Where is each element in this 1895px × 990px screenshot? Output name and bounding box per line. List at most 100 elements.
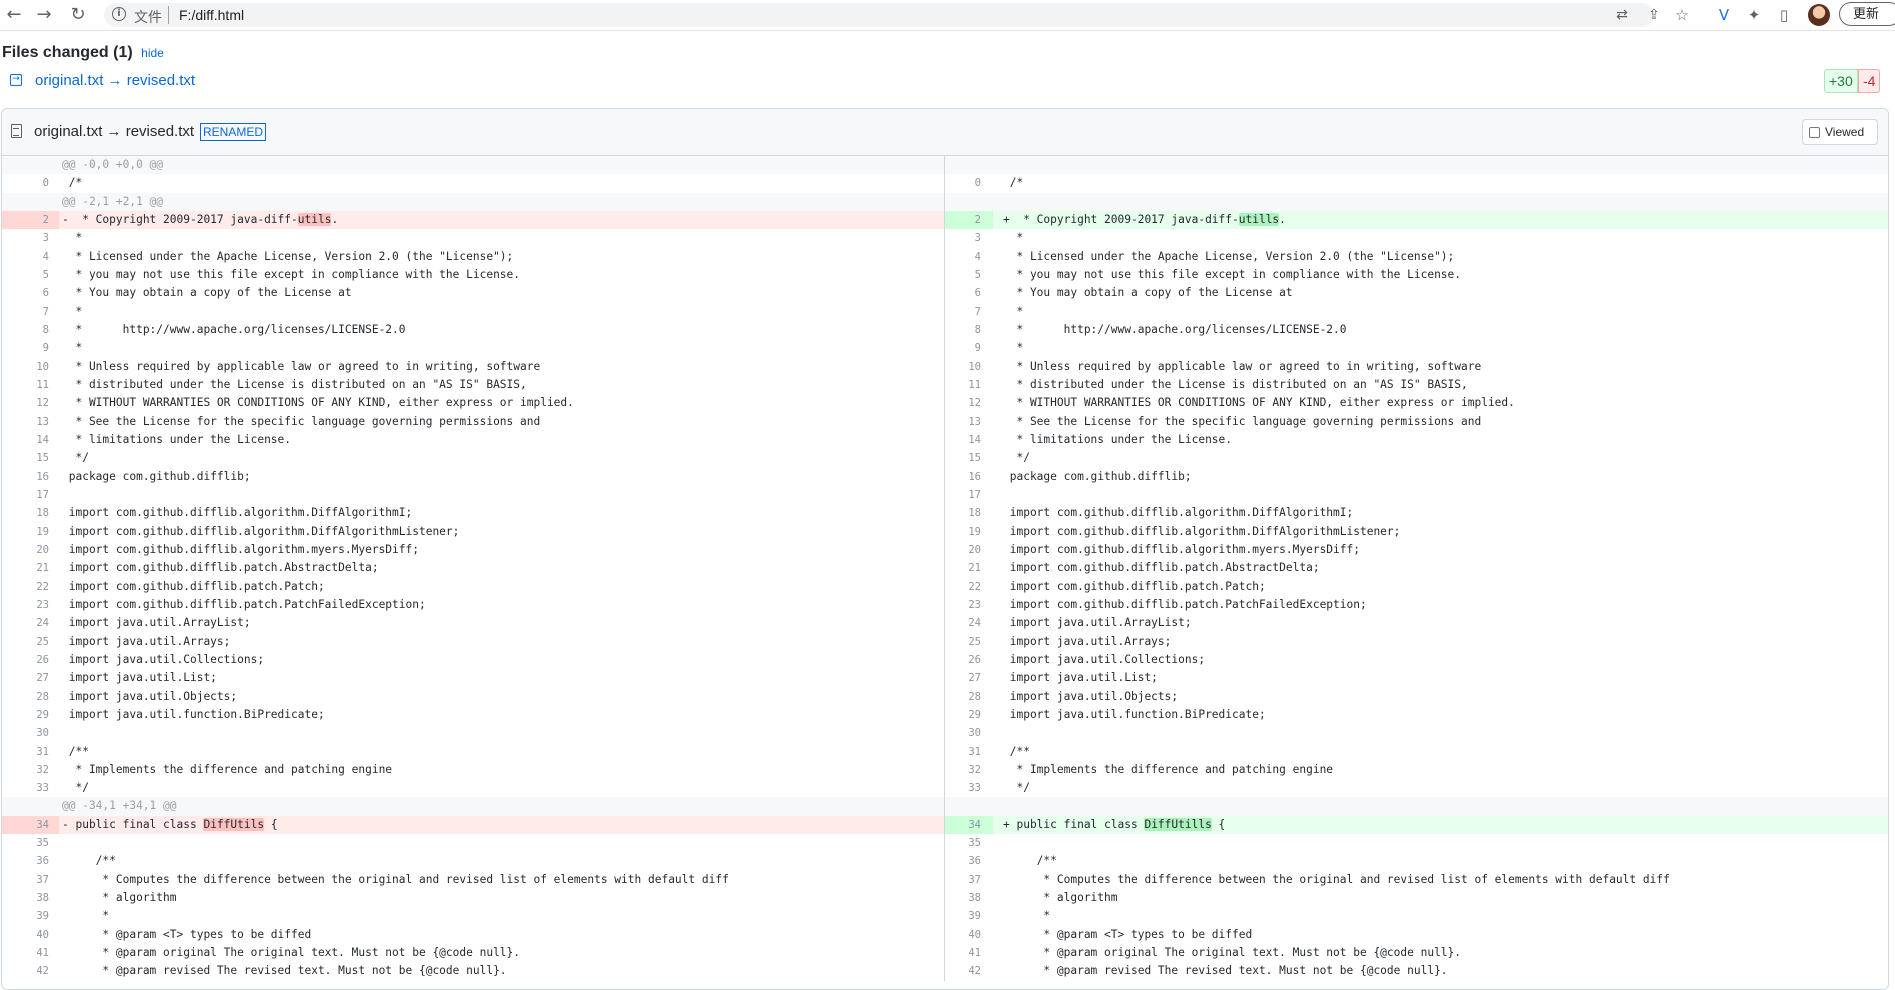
line-number[interactable]: 13 <box>2 413 59 431</box>
line-number[interactable]: 23 <box>2 596 59 614</box>
line-number[interactable]: 21 <box>2 559 59 577</box>
line-number[interactable]: 27 <box>945 669 993 687</box>
extension-v-icon[interactable]: V <box>1712 3 1736 27</box>
forward-arrow-icon[interactable]: → <box>32 3 56 27</box>
line-number[interactable]: 34 <box>2 815 59 835</box>
line-number[interactable]: 6 <box>2 284 59 302</box>
line-number[interactable]: 14 <box>945 431 993 449</box>
line-number[interactable]: 11 <box>2 376 59 394</box>
line-number[interactable]: 37 <box>945 871 993 889</box>
line-number[interactable]: 26 <box>945 651 993 669</box>
line-number[interactable]: 5 <box>945 266 993 284</box>
line-number[interactable]: 16 <box>2 468 59 486</box>
line-number[interactable]: 7 <box>2 303 59 321</box>
line-number[interactable]: 5 <box>2 266 59 284</box>
info-icon[interactable]: i <box>112 7 126 21</box>
line-number[interactable] <box>2 797 59 816</box>
line-number[interactable] <box>945 192 993 211</box>
line-number[interactable]: 39 <box>945 907 993 925</box>
line-number[interactable]: 2 <box>945 210 993 230</box>
line-number[interactable]: 8 <box>945 321 993 339</box>
line-number[interactable]: 21 <box>945 559 993 577</box>
line-number[interactable]: 39 <box>2 907 59 925</box>
line-number[interactable]: 36 <box>945 852 993 870</box>
line-number[interactable]: 19 <box>945 523 993 541</box>
viewed-checkbox[interactable] <box>1809 127 1820 138</box>
line-number[interactable]: 2 <box>2 210 59 230</box>
avatar[interactable] <box>1808 4 1830 26</box>
line-number[interactable] <box>945 156 993 175</box>
line-number[interactable]: 30 <box>2 724 59 742</box>
line-number[interactable]: 0 <box>2 174 59 192</box>
line-number[interactable]: 10 <box>945 358 993 376</box>
update-button[interactable]: 更新 <box>1839 2 1895 26</box>
line-number[interactable]: 20 <box>945 541 993 559</box>
line-number[interactable] <box>2 192 59 211</box>
line-number[interactable]: 40 <box>2 926 59 944</box>
line-number[interactable] <box>945 797 993 816</box>
line-number[interactable]: 29 <box>945 706 993 724</box>
side-panel-icon[interactable]: ▯ <box>1772 3 1796 27</box>
line-number[interactable]: 33 <box>2 779 59 797</box>
line-number[interactable]: 22 <box>2 578 59 596</box>
line-number[interactable]: 32 <box>945 761 993 779</box>
line-number[interactable]: 35 <box>945 834 993 852</box>
line-number[interactable] <box>2 156 59 175</box>
address-url[interactable]: F:/diff.html <box>179 7 244 23</box>
back-arrow-icon[interactable]: ← <box>2 3 26 27</box>
line-number[interactable]: 8 <box>2 321 59 339</box>
line-number[interactable]: 4 <box>945 248 993 266</box>
line-number[interactable]: 17 <box>945 486 993 504</box>
line-number[interactable]: 19 <box>2 523 59 541</box>
line-number[interactable]: 36 <box>2 852 59 870</box>
line-number[interactable]: 12 <box>2 394 59 412</box>
hide-link[interactable]: hide <box>141 46 164 60</box>
line-number[interactable]: 10 <box>2 358 59 376</box>
line-number[interactable]: 6 <box>945 284 993 302</box>
line-number[interactable]: 28 <box>945 688 993 706</box>
line-number[interactable]: 14 <box>2 431 59 449</box>
file-link[interactable]: original.txt → revised.txt <box>35 72 195 89</box>
line-number[interactable]: 9 <box>945 339 993 357</box>
line-number[interactable]: 12 <box>945 394 993 412</box>
line-number[interactable]: 7 <box>945 303 993 321</box>
line-number[interactable]: 38 <box>945 889 993 907</box>
line-number[interactable]: 17 <box>2 486 59 504</box>
line-number[interactable]: 15 <box>945 449 993 467</box>
line-number[interactable]: 37 <box>2 871 59 889</box>
line-number[interactable]: 35 <box>2 834 59 852</box>
share-icon[interactable]: ⇪ <box>1644 5 1664 25</box>
line-number[interactable]: 24 <box>2 614 59 632</box>
line-number[interactable]: 11 <box>945 376 993 394</box>
line-number[interactable]: 42 <box>945 962 993 980</box>
viewed-toggle[interactable]: Viewed <box>1802 119 1878 145</box>
line-number[interactable]: 15 <box>2 449 59 467</box>
line-number[interactable]: 31 <box>2 743 59 761</box>
line-number[interactable]: 22 <box>945 578 993 596</box>
line-number[interactable]: 23 <box>945 596 993 614</box>
line-number[interactable]: 0 <box>945 174 993 192</box>
line-number[interactable]: 31 <box>945 743 993 761</box>
line-number[interactable]: 3 <box>945 229 993 247</box>
line-number[interactable]: 24 <box>945 614 993 632</box>
line-number[interactable]: 4 <box>2 248 59 266</box>
line-number[interactable]: 33 <box>945 779 993 797</box>
line-number[interactable]: 26 <box>2 651 59 669</box>
line-number[interactable]: 16 <box>945 468 993 486</box>
line-number[interactable]: 18 <box>945 504 993 522</box>
star-bookmark-icon[interactable]: ☆ <box>1670 3 1694 27</box>
reload-icon[interactable]: ↻ <box>66 3 90 27</box>
line-number[interactable]: 30 <box>945 724 993 742</box>
line-number[interactable]: 3 <box>2 229 59 247</box>
line-number[interactable]: 40 <box>945 926 993 944</box>
line-number[interactable]: 34 <box>945 815 993 835</box>
address-bar[interactable]: i 文件 F:/diff.html ⇄ ⇪ <box>104 3 1660 27</box>
line-number[interactable]: 20 <box>2 541 59 559</box>
line-number[interactable]: 25 <box>2 633 59 651</box>
line-number[interactable]: 13 <box>945 413 993 431</box>
line-number[interactable]: 18 <box>2 504 59 522</box>
puzzle-extensions-icon[interactable]: ✦ <box>1742 3 1766 27</box>
line-number[interactable]: 41 <box>945 944 993 962</box>
translate-icon[interactable]: ⇄ <box>1612 5 1632 25</box>
line-number[interactable]: 27 <box>2 669 59 687</box>
